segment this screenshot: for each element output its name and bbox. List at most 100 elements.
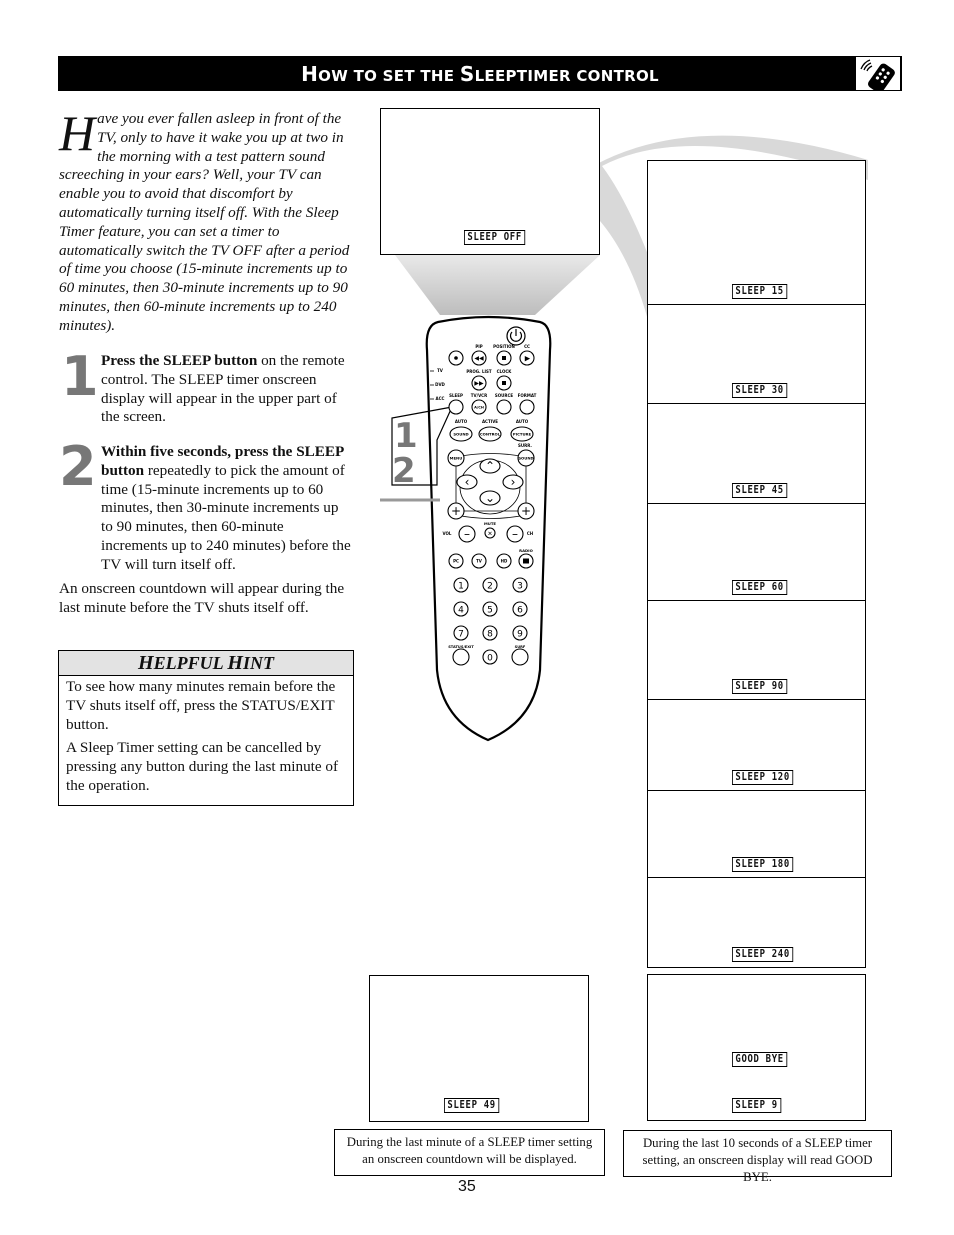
vol-label: VOL: [443, 531, 452, 536]
mode-label: TV: [437, 368, 444, 373]
osd-label-goodbye: GOOD BYE: [732, 1052, 788, 1067]
drop-cap: H: [59, 105, 96, 161]
hd-label: HD: [501, 559, 508, 564]
button-inner-label: CONTROL: [480, 432, 501, 437]
tv-screen-goodbye: GOOD BYE SLEEP 9: [647, 974, 866, 1121]
button-label: CLOCK: [497, 369, 513, 374]
intro-text: ave you ever fallen asleep in front of t…: [59, 110, 350, 334]
tv-screen-step: SLEEP 45: [647, 403, 866, 504]
osd-label: SLEEP OFF: [464, 230, 526, 245]
button-label: AUTO: [516, 419, 529, 424]
chevron-left-icon: ‹: [465, 475, 470, 489]
source-label: SOURCE: [495, 393, 514, 398]
digit-label: 7: [458, 630, 464, 640]
tv-screen-step: SLEEP 15: [647, 160, 866, 305]
page-header-bar: HOW TO SET THE SLEEPTIMER CONTROL: [58, 56, 902, 94]
osd-label-countdown: SLEEP 9: [732, 1098, 782, 1113]
digit-label: 0: [487, 654, 493, 664]
hint-title-part: H: [227, 652, 243, 674]
ch-label: CH: [527, 531, 533, 536]
digit-label: 3: [517, 582, 523, 592]
tv-vcr-label: TV/VCR: [471, 393, 487, 398]
callout-number-2: 2: [392, 451, 416, 491]
button-inner-label: A/CH: [474, 406, 484, 410]
plus-icon: +: [521, 504, 531, 518]
button-label: PIP: [475, 344, 482, 349]
page-number: 35: [458, 1178, 476, 1195]
button-label: POSITION: [493, 344, 515, 349]
step-2-text: Within five seconds, press the SLEEP but…: [101, 443, 351, 575]
stop-icon: [502, 381, 506, 385]
play-icon: ▶: [525, 355, 531, 363]
radio-label: RADIO: [519, 548, 533, 553]
tv-screen-step: SLEEP 120: [647, 699, 866, 791]
stop-icon: [502, 356, 506, 360]
callout-number-1: 1: [394, 416, 418, 456]
digit-label: 1: [458, 582, 464, 592]
tv-screen-sequence: SLEEP 15 SLEEP 30 SLEEP 45 SLEEP 60 SLEEP 90…: [647, 160, 866, 968]
step-1-text: Press the SLEEP button on the remote con…: [101, 352, 351, 427]
hint-title-part: H: [138, 652, 154, 674]
surf-label: SURF: [515, 645, 526, 649]
hint-paragraph: To see how many minutes remain before th…: [66, 678, 336, 733]
osd-label: SLEEP 60: [732, 580, 788, 595]
osd-label: SLEEP 15: [732, 284, 788, 299]
mute-label: MUTE: [484, 521, 496, 526]
chevron-down-icon: ⌄: [485, 491, 495, 505]
hint-body: To see how many minutes remain before th…: [59, 676, 353, 803]
digit-label: 9: [517, 630, 523, 640]
surf-button[interactable]: [511, 648, 529, 666]
osd-label: SLEEP 180: [732, 857, 794, 872]
hint-title: HELPFUL HINT: [59, 651, 353, 676]
button-label: PROG. LIST: [466, 369, 492, 374]
menu-label: MENU: [450, 456, 463, 461]
status-exit-button[interactable]: [452, 648, 470, 666]
digit-label: 8: [487, 630, 493, 640]
tv-screen-step: SLEEP 30: [647, 304, 866, 404]
tv-screen-sleep-off: SLEEP OFF: [380, 108, 600, 255]
countdown-note: An onscreen countdown will appear during…: [59, 580, 345, 616]
mode-label: ACC: [436, 396, 445, 401]
osd-label: SLEEP 120: [732, 770, 794, 785]
helpful-hint-box: HELPFUL HINT To see how many minutes rem…: [58, 650, 354, 806]
sleep-label: SLEEP: [449, 393, 463, 398]
remote-control-icon: [856, 57, 900, 94]
status-exit-label: STATUS/EXIT: [448, 645, 474, 649]
tv-screen-step: SLEEP 90: [647, 600, 866, 700]
hint-title-part: ELPFUL: [153, 653, 228, 673]
osd-label: SLEEP 30: [732, 383, 788, 398]
minus-icon: –: [512, 527, 518, 541]
button-label: ACTIVE: [482, 419, 498, 424]
power-button[interactable]: [506, 326, 526, 346]
remote-beam: [395, 255, 600, 315]
button-inner-label: PICTURE: [513, 432, 532, 437]
digit-label: 2: [487, 582, 493, 592]
remote-control-illustration: 1 2 TV DVD ACC PIP POSITION CC ◀◀ ▶ PROG. LIST CL…: [380, 315, 552, 742]
sound-label: SOUND: [518, 456, 533, 461]
button-label: SURR.: [518, 443, 532, 448]
tv-label: TV: [476, 559, 483, 564]
page-title: HOW TO SET THE SLEEPTIMER CONTROL: [58, 56, 902, 91]
mode-label: DVD: [435, 382, 445, 387]
title-part: S: [459, 62, 475, 86]
osd-label: SLEEP 49: [444, 1098, 500, 1113]
osd-label: SLEEP 90: [732, 679, 788, 694]
step-number-1: 1: [61, 345, 99, 408]
hint-title-part: INT: [242, 653, 274, 673]
title-part: OW TO SET THE: [318, 67, 460, 85]
pc-label: PC: [453, 559, 459, 564]
intro-paragraph: Have you ever fallen asleep in front of …: [59, 105, 354, 336]
tv-screen-step: SLEEP 240: [647, 877, 866, 968]
mute-icon: ✕: [487, 531, 492, 538]
source-button[interactable]: [496, 399, 512, 415]
plus-icon: +: [451, 504, 461, 518]
rewind-icon: ◀◀: [474, 355, 484, 362]
format-button[interactable]: [519, 399, 535, 415]
digit-label: 5: [487, 606, 493, 616]
osd-label: SLEEP 45: [732, 483, 788, 498]
button-label: CC: [524, 344, 530, 349]
tv-screen-step: SLEEP 60: [647, 503, 866, 601]
button-label: AUTO: [455, 419, 468, 424]
sleep-button[interactable]: [448, 399, 464, 415]
fast-forward-icon: ▶▶: [474, 380, 484, 387]
